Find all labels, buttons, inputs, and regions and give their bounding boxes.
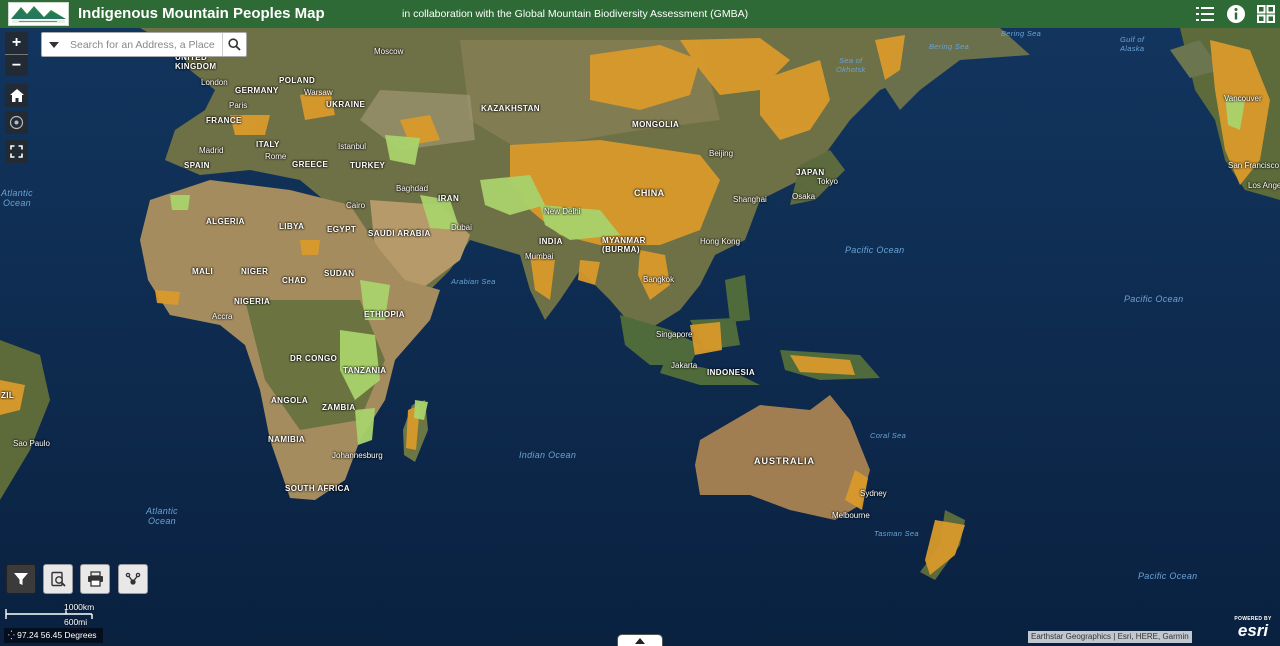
coordinate-readout[interactable]: ⁛ 97.24 56.45 Degrees (4, 628, 103, 643)
attribute-table-toggle[interactable] (617, 634, 663, 646)
print-button[interactable] (80, 564, 110, 594)
coordinate-text: 97.24 56.45 Degrees (17, 630, 97, 640)
filter-icon (14, 573, 28, 585)
search-source-dropdown[interactable] (42, 33, 66, 56)
filter-button[interactable] (6, 564, 36, 594)
app-header: Indigenous Mountain Peoples Map in colla… (0, 0, 1280, 28)
share-icon (125, 572, 141, 585)
app-root: Indigenous Mountain Peoples Map in colla… (0, 0, 1280, 646)
crosshair-icon: ⁛ (8, 630, 15, 640)
query-button[interactable] (43, 564, 73, 594)
fullscreen-button[interactable] (5, 140, 28, 163)
search-button[interactable] (222, 33, 246, 56)
search-input[interactable] (70, 36, 220, 53)
locate-icon (9, 115, 24, 130)
grid-apps-icon[interactable] (1255, 3, 1277, 25)
scale-km-label: 1000km (64, 602, 95, 612)
home-button[interactable] (5, 84, 28, 107)
zoom-out-button[interactable]: − (5, 54, 28, 76)
scale-bar: 1000km 600mi (4, 602, 104, 627)
search-icon (228, 38, 241, 51)
caret-down-icon (49, 41, 59, 48)
print-icon (87, 571, 103, 587)
app-title: Indigenous Mountain Peoples Map (78, 5, 325, 22)
info-icon[interactable] (1225, 3, 1247, 25)
esri-name: esri (1237, 621, 1269, 640)
map-attribution[interactable]: Earthstar Geographics | Esri, HERE, Garm… (1028, 631, 1192, 643)
chevron-up-icon (635, 638, 645, 644)
satellite-basemap (0, 28, 1280, 646)
zoom-control: + − (5, 32, 28, 76)
esri-logo[interactable]: POWERED BY esri (1230, 616, 1276, 642)
scale-mi-label: 600mi (64, 617, 88, 627)
search-document-icon (50, 571, 66, 587)
locate-button[interactable] (5, 111, 28, 134)
app-subtitle: in collaboration with the Global Mountai… (402, 8, 749, 20)
legend-list-icon[interactable] (1194, 3, 1216, 25)
zoom-in-button[interactable]: + (5, 32, 28, 54)
fullscreen-icon (10, 145, 23, 158)
mountain-partnership-logo-icon[interactable] (8, 2, 69, 26)
map-view[interactable]: UNITED KINGDOM POLAND GERMANY UKRAINE FRA… (0, 28, 1280, 646)
share-button[interactable] (118, 564, 148, 594)
home-icon (9, 89, 24, 102)
search-widget (41, 32, 247, 57)
